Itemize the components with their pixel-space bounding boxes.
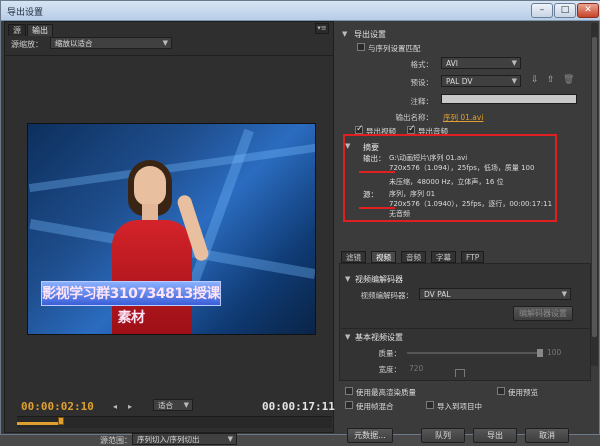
frame-blend-checkbox[interactable] xyxy=(345,401,353,409)
preset-label: 预设： xyxy=(410,78,434,87)
metadata-button[interactable]: 元数据... xyxy=(347,428,393,443)
export-audio-checkbox[interactable] xyxy=(407,124,416,134)
current-timecode[interactable]: 00:00:02:10 xyxy=(21,400,94,413)
mark-in-icon[interactable]: ◂ xyxy=(113,402,117,411)
output-underline xyxy=(359,171,395,173)
basic-video-heading: 基本视频设置 xyxy=(355,333,403,342)
settings-scrollbar[interactable] xyxy=(591,23,598,366)
format-label: 格式： xyxy=(410,60,434,69)
end-timecode: 00:00:17:11 xyxy=(262,400,335,413)
export-button[interactable]: 导出 xyxy=(473,428,517,443)
queue-button[interactable]: 队列 xyxy=(421,428,465,443)
codec-settings-button[interactable]: 编解码器设置 xyxy=(513,306,573,321)
import-preset-icon[interactable]: ⇧ xyxy=(547,75,555,85)
collapse-export-icon[interactable]: ▼ xyxy=(342,30,347,38)
tab-output[interactable]: 输出 xyxy=(27,24,53,36)
comment-field[interactable] xyxy=(441,94,577,104)
width-label: 宽度： xyxy=(378,365,402,374)
preview-panel: 源 输出 ▾≡ 源缩放： 缩放以适合 ▼ 影视学习群310734813授课素材 0… xyxy=(4,21,335,445)
maximize-button[interactable]: □ xyxy=(554,3,576,18)
tab-ftp[interactable]: FTP xyxy=(461,251,485,263)
source-scale-label: 源缩放： xyxy=(11,40,43,49)
collapse-basic-video-icon[interactable]: ▼ xyxy=(345,333,350,341)
window-title: 导出设置 xyxy=(7,8,44,18)
save-preset-icon[interactable]: ⇩ xyxy=(531,75,539,85)
format-dropdown[interactable]: AVI ▼ xyxy=(441,57,521,69)
tab-audio[interactable]: 音频 xyxy=(401,251,426,263)
export-settings-window: 导出设置 – □ ✕ 源 输出 ▾≡ 源缩放： 缩放以适合 ▼ 影视学习群3107… xyxy=(0,0,600,445)
export-video-checkbox[interactable] xyxy=(355,124,364,134)
tab-video[interactable]: 视频 xyxy=(371,251,396,263)
source-underline xyxy=(359,207,395,209)
presenter-face xyxy=(134,166,166,206)
video-preview: 影视学习群310734813授课素材 xyxy=(27,123,316,335)
video-codec-label: 视频编解码器： xyxy=(360,291,414,300)
source-scale-dropdown[interactable]: 缩放以适合 ▼ xyxy=(50,37,172,49)
tab-filters[interactable]: 滤镜 xyxy=(341,251,366,263)
match-sequence-label: 与序列设置匹配 xyxy=(368,44,421,53)
match-sequence-checkbox[interactable] xyxy=(357,43,365,51)
tab-source[interactable]: 源 xyxy=(8,24,26,36)
close-button[interactable]: ✕ xyxy=(577,3,599,18)
tab-captions[interactable]: 字幕 xyxy=(431,251,456,263)
video-codec-dropdown[interactable]: DV PAL ▼ xyxy=(419,288,571,300)
link-dimensions-icon[interactable] xyxy=(455,369,465,377)
max-render-label: 使用最高渲染质量 xyxy=(356,388,416,397)
fit-dropdown[interactable]: 适合 ▼ xyxy=(153,399,193,411)
watermark-banner: 影视学习群310734813授课素材 xyxy=(41,281,221,326)
minimize-button[interactable]: – xyxy=(531,3,553,18)
use-preview-label: 使用预览 xyxy=(508,388,538,397)
quality-slider-thumb[interactable] xyxy=(537,349,543,357)
preset-dropdown[interactable]: PAL DV ▼ xyxy=(441,75,521,87)
cancel-button[interactable]: 取消 xyxy=(525,428,569,443)
frame-blend-label: 使用帧混合 xyxy=(356,402,394,411)
quality-label: 质量： xyxy=(378,349,402,358)
video-codec-heading: 视频编解码器 xyxy=(355,275,403,284)
output-name-label: 输出名称： xyxy=(395,113,434,122)
use-preview-checkbox[interactable] xyxy=(497,387,505,395)
mark-out-icon[interactable]: ▸ xyxy=(128,402,132,411)
output-name-link[interactable]: 序列 01.avi xyxy=(443,112,483,123)
playhead[interactable] xyxy=(58,417,65,425)
delete-preset-icon[interactable]: 🗑 xyxy=(563,75,574,85)
import-project-checkbox[interactable] xyxy=(426,401,434,409)
width-value: 720 xyxy=(409,364,424,373)
max-render-checkbox[interactable] xyxy=(345,387,353,395)
timeline-scrubber[interactable] xyxy=(17,416,332,428)
title-bar: 导出设置 – □ ✕ xyxy=(1,1,600,21)
collapse-codec-icon[interactable]: ▼ xyxy=(345,275,350,283)
comment-label: 注释： xyxy=(410,97,434,106)
settings-panel: ▼ 导出设置 与序列设置匹配 格式： AVI ▼ 预设： PAL DV ▼ ⇩ ⇧ … xyxy=(337,21,598,443)
panel-menu-icon[interactable]: ▾≡ xyxy=(315,23,329,34)
quality-slider[interactable] xyxy=(407,352,543,354)
export-settings-heading: 导出设置 xyxy=(354,30,386,39)
quality-value: 100 xyxy=(547,348,562,357)
source-range-label: 源范围： xyxy=(100,436,132,445)
import-project-label: 导入到项目中 xyxy=(437,402,482,411)
scrubber-progress xyxy=(17,422,62,425)
